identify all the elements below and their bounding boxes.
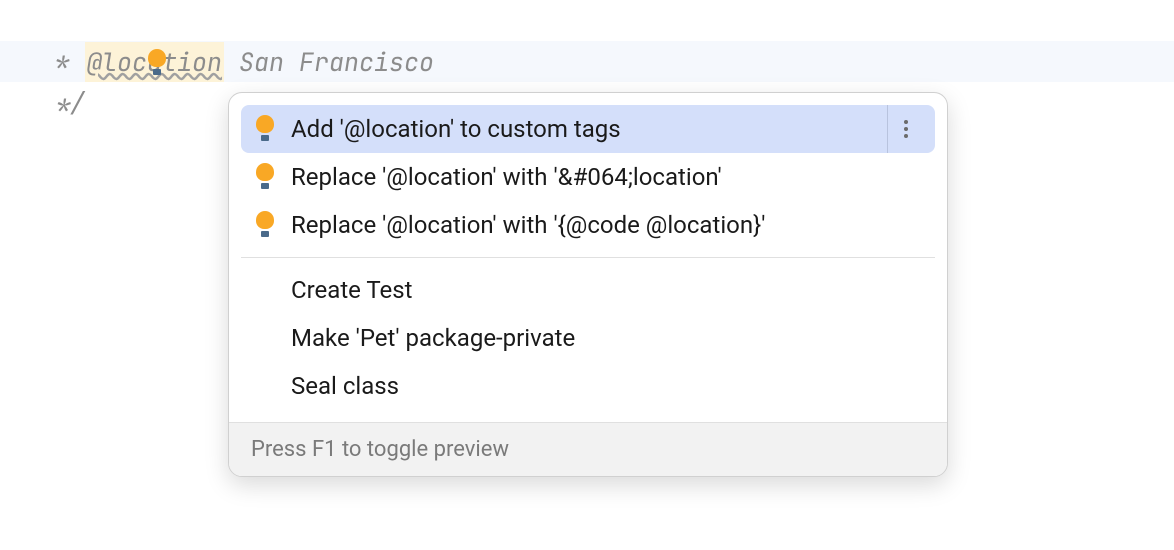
vertical-dots-icon [904,120,908,138]
intention-seal-class[interactable]: Seal class [241,362,935,410]
lightbulb-icon [253,115,277,143]
code-line-blank [0,0,1174,41]
lightbulb-icon [253,211,277,239]
intention-item-label: Add '@location' to custom tags [291,115,879,143]
intention-item-label: Replace '@location' with '{@code @locati… [291,211,923,239]
intention-replace-code[interactable]: Replace '@location' with '{@code @locati… [241,201,935,249]
popup-footer-hint: Press F1 to toggle preview [229,422,947,476]
lightbulb-icon [145,49,169,77]
code-line-doc-tag[interactable]: * @location San Francisco [0,41,1174,82]
intention-make-package-private[interactable]: Make 'Pet' package-private [241,314,935,362]
popup-separator [241,257,935,258]
more-options-handle[interactable] [887,105,923,153]
intention-item-label: Make 'Pet' package-private [291,324,923,352]
intention-item-label: Replace '@location' with '&#064;location… [291,163,923,191]
doc-tag-value: San Francisco [224,42,434,82]
gutter-intention-bulb[interactable] [55,8,169,128]
intention-item-label: Seal class [291,372,923,400]
lightbulb-icon [253,163,277,191]
intention-create-test[interactable]: Create Test [241,266,935,314]
intention-add-custom-tag[interactable]: Add '@location' to custom tags [241,105,935,153]
intention-actions-popup: Add '@location' to custom tags Replace '… [228,92,948,477]
intention-replace-entity[interactable]: Replace '@location' with '&#064;location… [241,153,935,201]
intention-item-label: Create Test [291,276,923,304]
